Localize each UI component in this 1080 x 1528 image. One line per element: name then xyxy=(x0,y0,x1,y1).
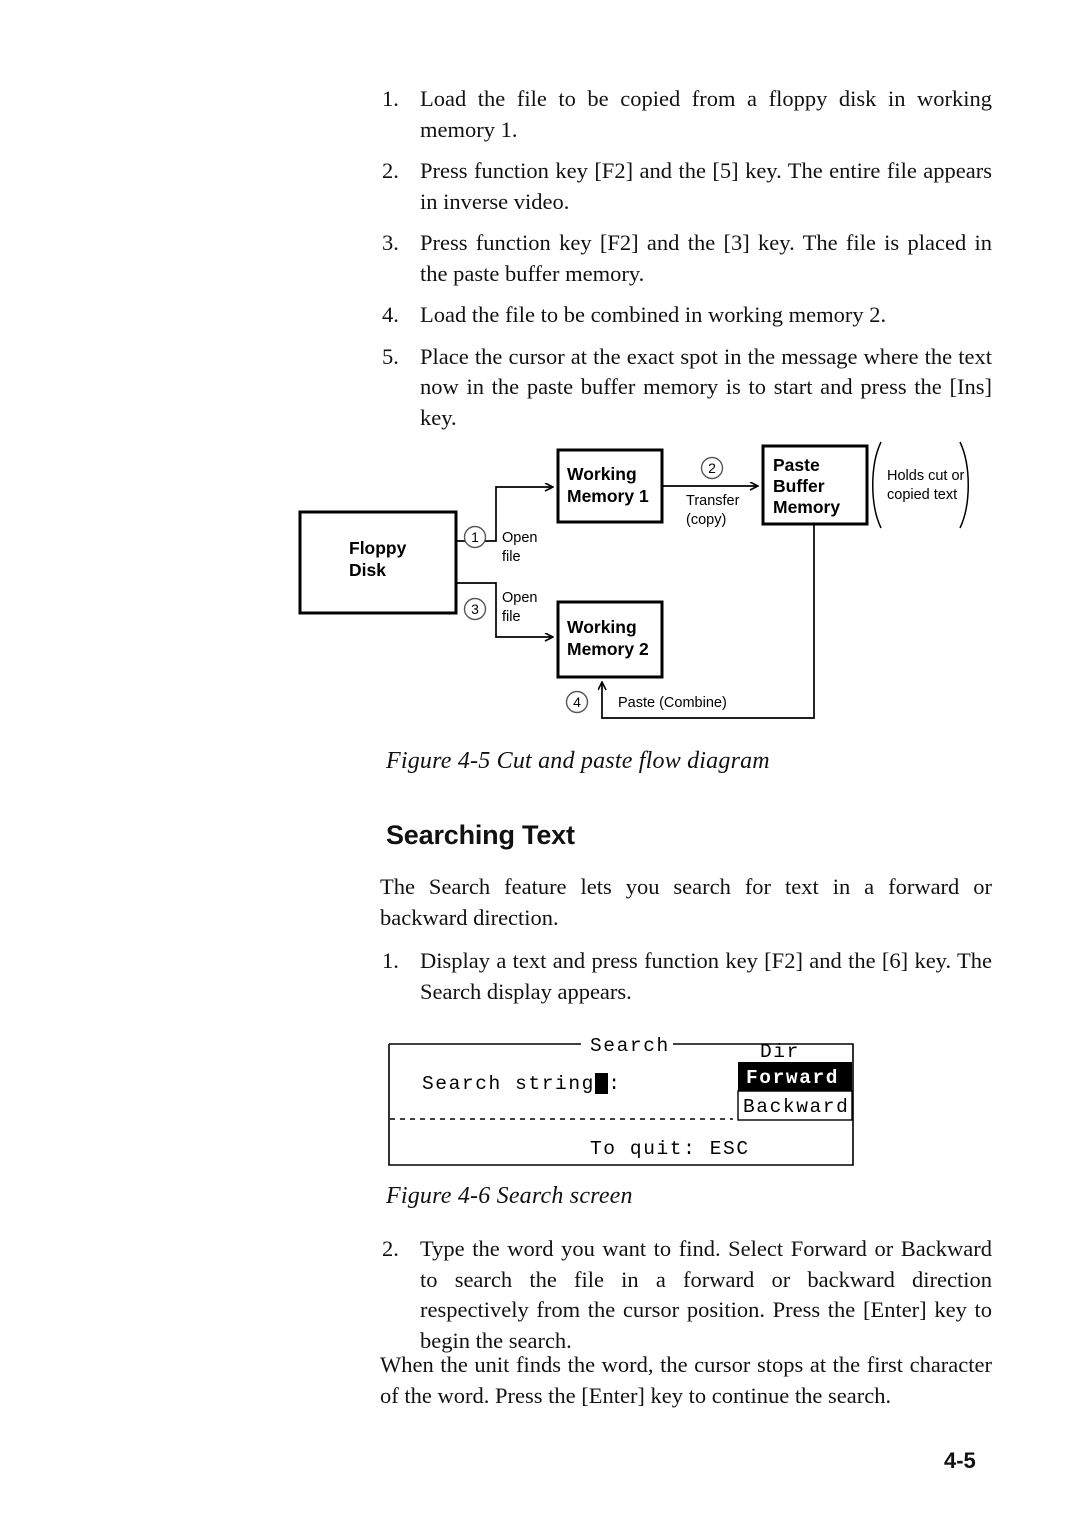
list-item-text: Press function key [F2] and the [3] key.… xyxy=(420,230,992,286)
paste-buffer-note-line2: copied text xyxy=(887,487,957,503)
cut-paste-flow-diagram: Floppy Disk Working Memory 1 Working Mem… xyxy=(290,430,990,730)
step-marker-1-number: 1 xyxy=(471,529,479,545)
list-item-text: Load the file to be combined in working … xyxy=(420,302,887,327)
wm2-label-line2: Memory 2 xyxy=(567,639,649,659)
list-item: 5. Place the cursor at the exact spot in… xyxy=(380,342,992,434)
list-item: 3. Press function key [F2] and the [3] k… xyxy=(380,228,992,289)
list-item: 2. Press function key [F2] and the [5] k… xyxy=(380,156,992,217)
list-item-number: 2. xyxy=(382,1236,399,1261)
right-paren-icon xyxy=(959,441,969,529)
step-2-label-line1: Transfer xyxy=(686,493,740,509)
list-item: 4. Load the file to be combined in worki… xyxy=(380,300,992,331)
dir-option-backward[interactable]: Backward xyxy=(737,1090,853,1121)
step-marker-3-number: 3 xyxy=(471,601,479,617)
step-3-label-line2: file xyxy=(502,609,521,625)
list-item-text: Display a text and press function key [F… xyxy=(420,948,992,1004)
dir-option-backward-label: Backward xyxy=(743,1096,849,1118)
floppy-disk-label-line2: Disk xyxy=(349,560,386,580)
cut-paste-steps-list: 1. Load the file to be copied from a flo… xyxy=(380,84,992,444)
list-item-number: 3. xyxy=(382,230,399,255)
wm1-label-line2: Memory 1 xyxy=(567,486,649,506)
figure-4-6-caption: Figure 4-6 Search screen xyxy=(386,1183,633,1209)
dir-option-forward-label: Forward xyxy=(746,1067,839,1089)
floppy-disk-label-line1: Floppy xyxy=(349,538,407,558)
dir-option-forward[interactable]: Forward xyxy=(738,1062,852,1091)
screen-title: Search xyxy=(590,1035,670,1057)
search-screen-mockup: Search Search string : To quit: ESC Dir … xyxy=(388,1032,854,1166)
list-item-text: Load the file to be copied from a floppy… xyxy=(420,86,992,142)
paste-buffer-label-line2: Buffer xyxy=(773,476,825,496)
list-item-number: 5. xyxy=(382,343,399,369)
list-item-text: Place the cursor at the exact spot in th… xyxy=(420,343,992,430)
step-4-label: Paste (Combine) xyxy=(618,695,727,711)
list-item-number: 4. xyxy=(382,302,399,327)
searching-text-intro: The Search feature lets you search for t… xyxy=(380,874,992,930)
list-item-number: 1. xyxy=(382,948,399,973)
list-item: 2. Type the word you want to find. Selec… xyxy=(380,1234,992,1356)
step-1-label-line2: file xyxy=(502,549,521,565)
searching-text-closing: When the unit finds the word, the cursor… xyxy=(380,1352,992,1408)
list-item-text: Type the word you want to find. Select F… xyxy=(420,1236,992,1353)
list-item-number: 2. xyxy=(382,158,399,183)
wm2-label-line1: Working xyxy=(567,617,637,637)
paste-buffer-label-line3: Memory xyxy=(773,497,840,517)
page-title: Searching Text xyxy=(386,820,575,850)
dir-label: Dir xyxy=(760,1041,800,1063)
list-item: 1. Display a text and press function key… xyxy=(380,946,992,1007)
paste-buffer-label-line1: Paste xyxy=(773,455,820,475)
step-1-label-line1: Open xyxy=(502,530,537,546)
step-2-label-line2: (copy) xyxy=(686,512,726,528)
search-string-label: Search string : xyxy=(422,1073,622,1095)
list-item-text: Press function key [F2] and the [5] key.… xyxy=(420,158,992,214)
document-page: 1. Load the file to be copied from a flo… xyxy=(0,0,1080,1528)
search-steps-list-part2: 2. Type the word you want to find. Selec… xyxy=(380,1234,992,1367)
step-marker-4-number: 4 xyxy=(573,694,581,710)
list-item-number: 1. xyxy=(382,86,399,111)
figure-4-5-caption: Figure 4-5 Cut and paste flow diagram xyxy=(386,748,770,774)
search-steps-list-part1: 1. Display a text and press function key… xyxy=(380,946,992,1018)
step-marker-2-number: 2 xyxy=(708,460,716,476)
wm1-label-line1: Working xyxy=(567,464,637,484)
left-paren-icon xyxy=(872,441,882,529)
screen-footer-hint: To quit: ESC xyxy=(590,1138,750,1160)
page-number: 4-5 xyxy=(944,1448,976,1473)
list-item: 1. Load the file to be copied from a flo… xyxy=(380,84,992,145)
step-3-label-line1: Open xyxy=(502,590,537,606)
paste-buffer-note-line1: Holds cut or xyxy=(887,468,965,484)
